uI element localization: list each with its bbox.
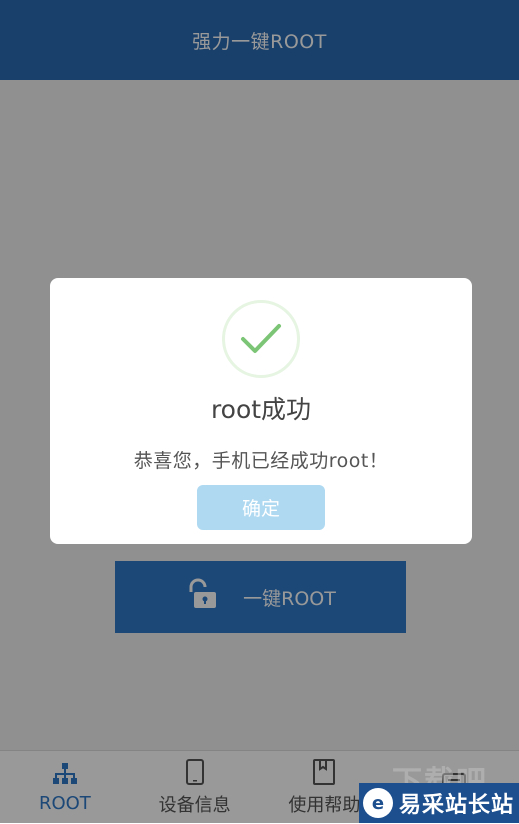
confirm-button[interactable]: 确定 [197,485,325,530]
watermark-badge: e 易采站长站 [359,783,519,823]
dialog-title: root成功 [210,395,312,424]
success-circle [222,300,300,378]
watermark-text: 易采站长站 [399,793,515,818]
dialog-message: 恭喜您，手机已经成功root！ [133,450,389,472]
watermark-logo-icon: e [363,788,393,818]
success-dialog: root成功 恭喜您，手机已经成功root！ 确定 [50,278,472,544]
checkmark-icon [241,324,281,353]
